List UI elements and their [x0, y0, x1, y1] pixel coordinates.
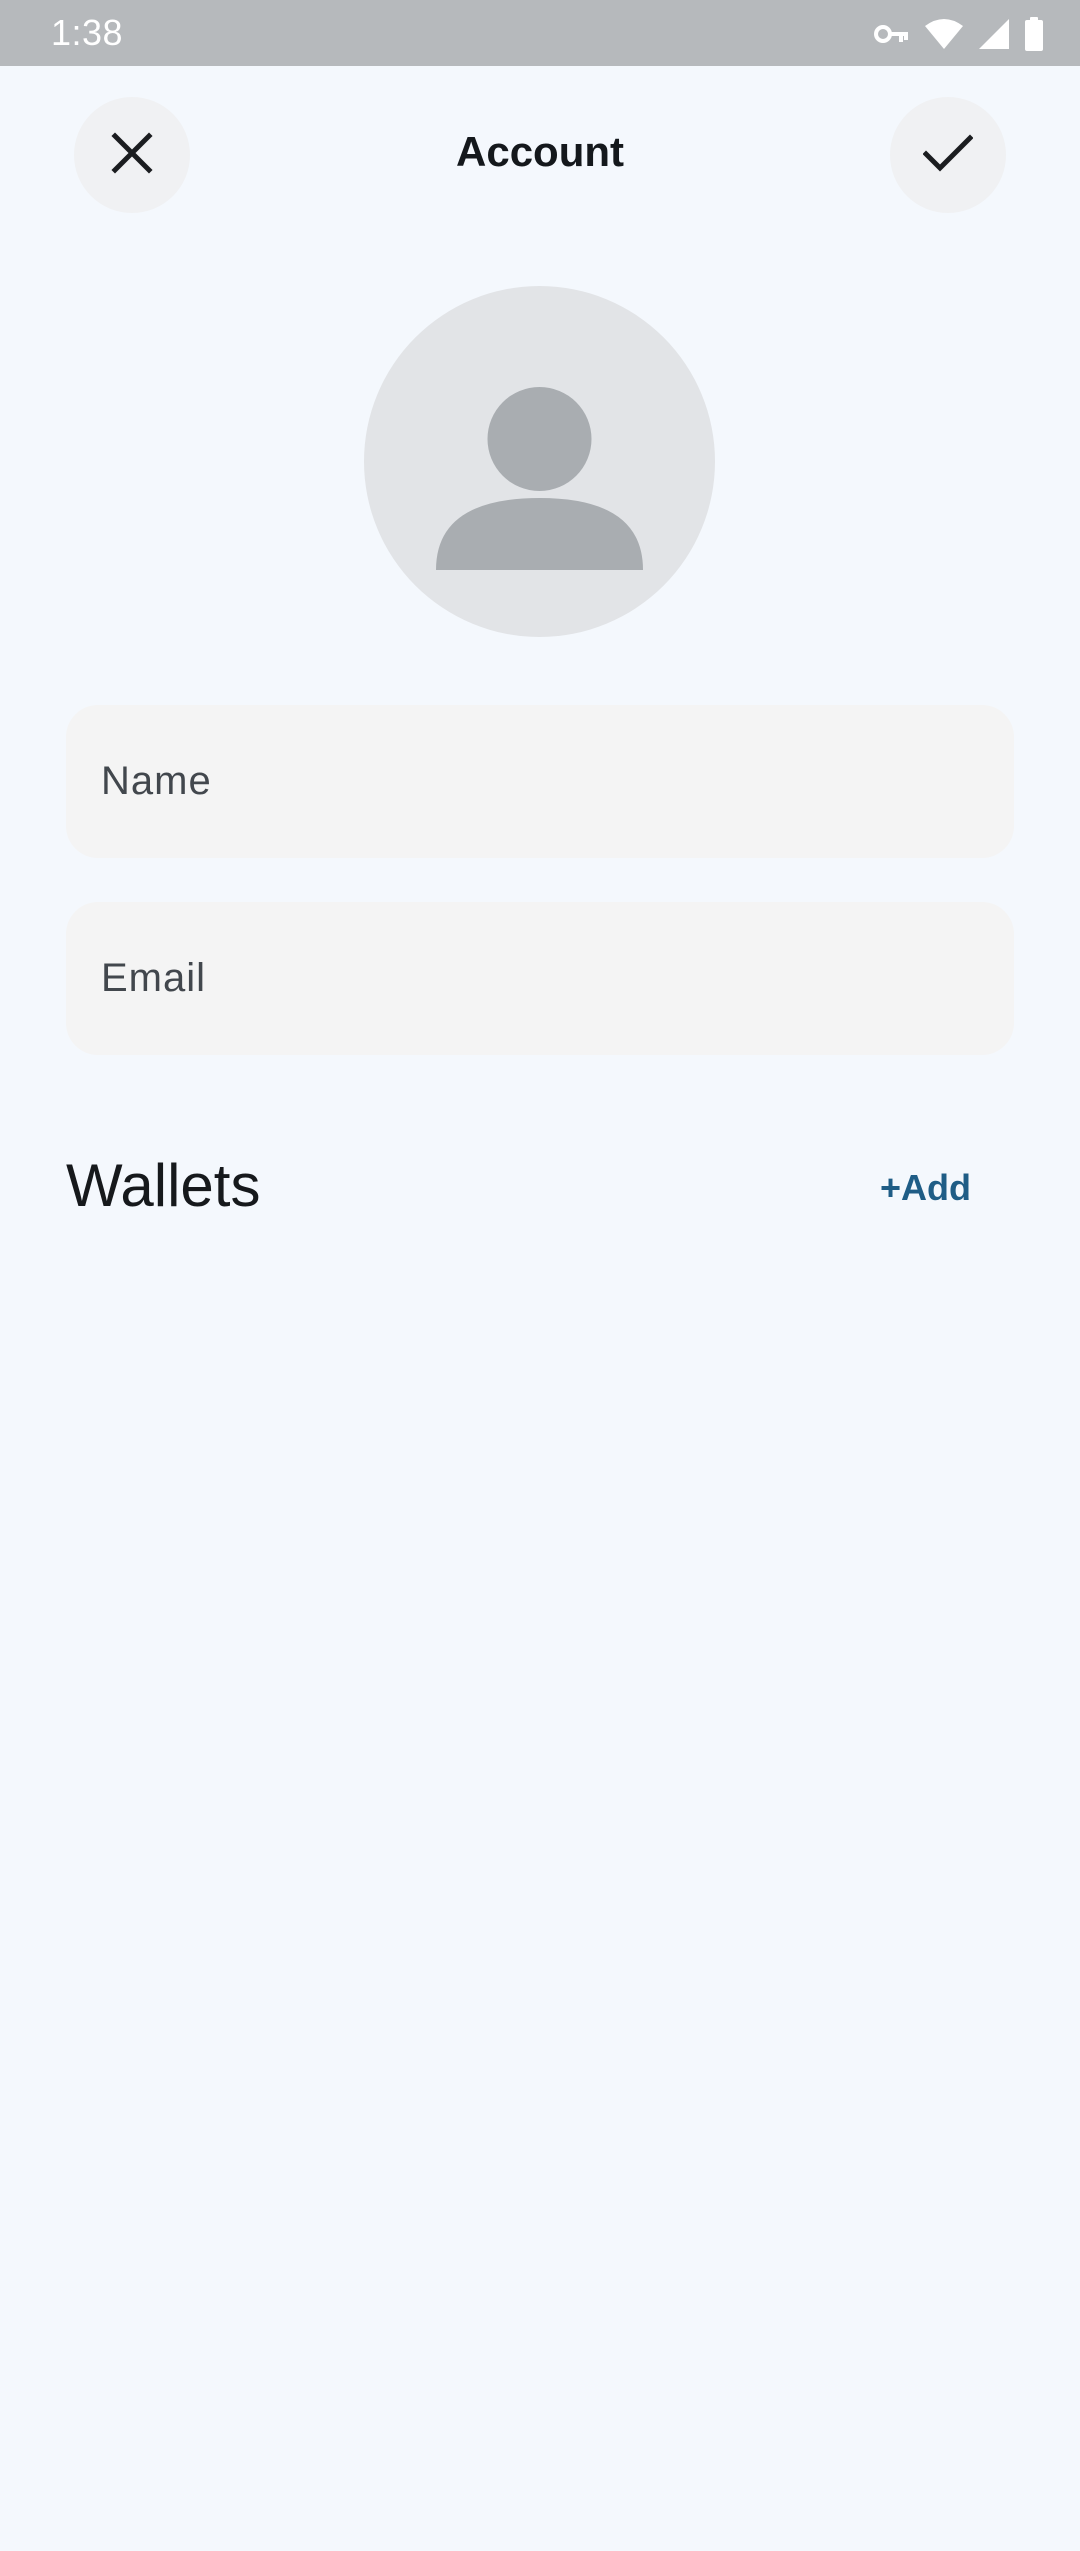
- name-field[interactable]: Name: [66, 705, 1014, 858]
- wallets-heading: Wallets: [66, 1152, 261, 1219]
- status-icons: [874, 14, 1044, 54]
- status-time: 1:38: [51, 12, 124, 53]
- battery-icon: [1024, 17, 1044, 51]
- wifi-icon: [924, 18, 964, 50]
- check-icon: [922, 133, 974, 178]
- cell-signal-icon: [978, 18, 1010, 50]
- add-wallet-button[interactable]: +Add: [880, 1164, 971, 1212]
- save-button[interactable]: [890, 97, 1006, 213]
- vpn-key-icon: [874, 23, 910, 45]
- person-placeholder-icon: [364, 387, 715, 637]
- name-placeholder: Name: [101, 759, 212, 803]
- avatar[interactable]: [364, 286, 715, 637]
- status-bar: 1:38: [0, 0, 1080, 66]
- email-field[interactable]: Email: [66, 902, 1014, 1055]
- email-placeholder: Email: [101, 956, 207, 1000]
